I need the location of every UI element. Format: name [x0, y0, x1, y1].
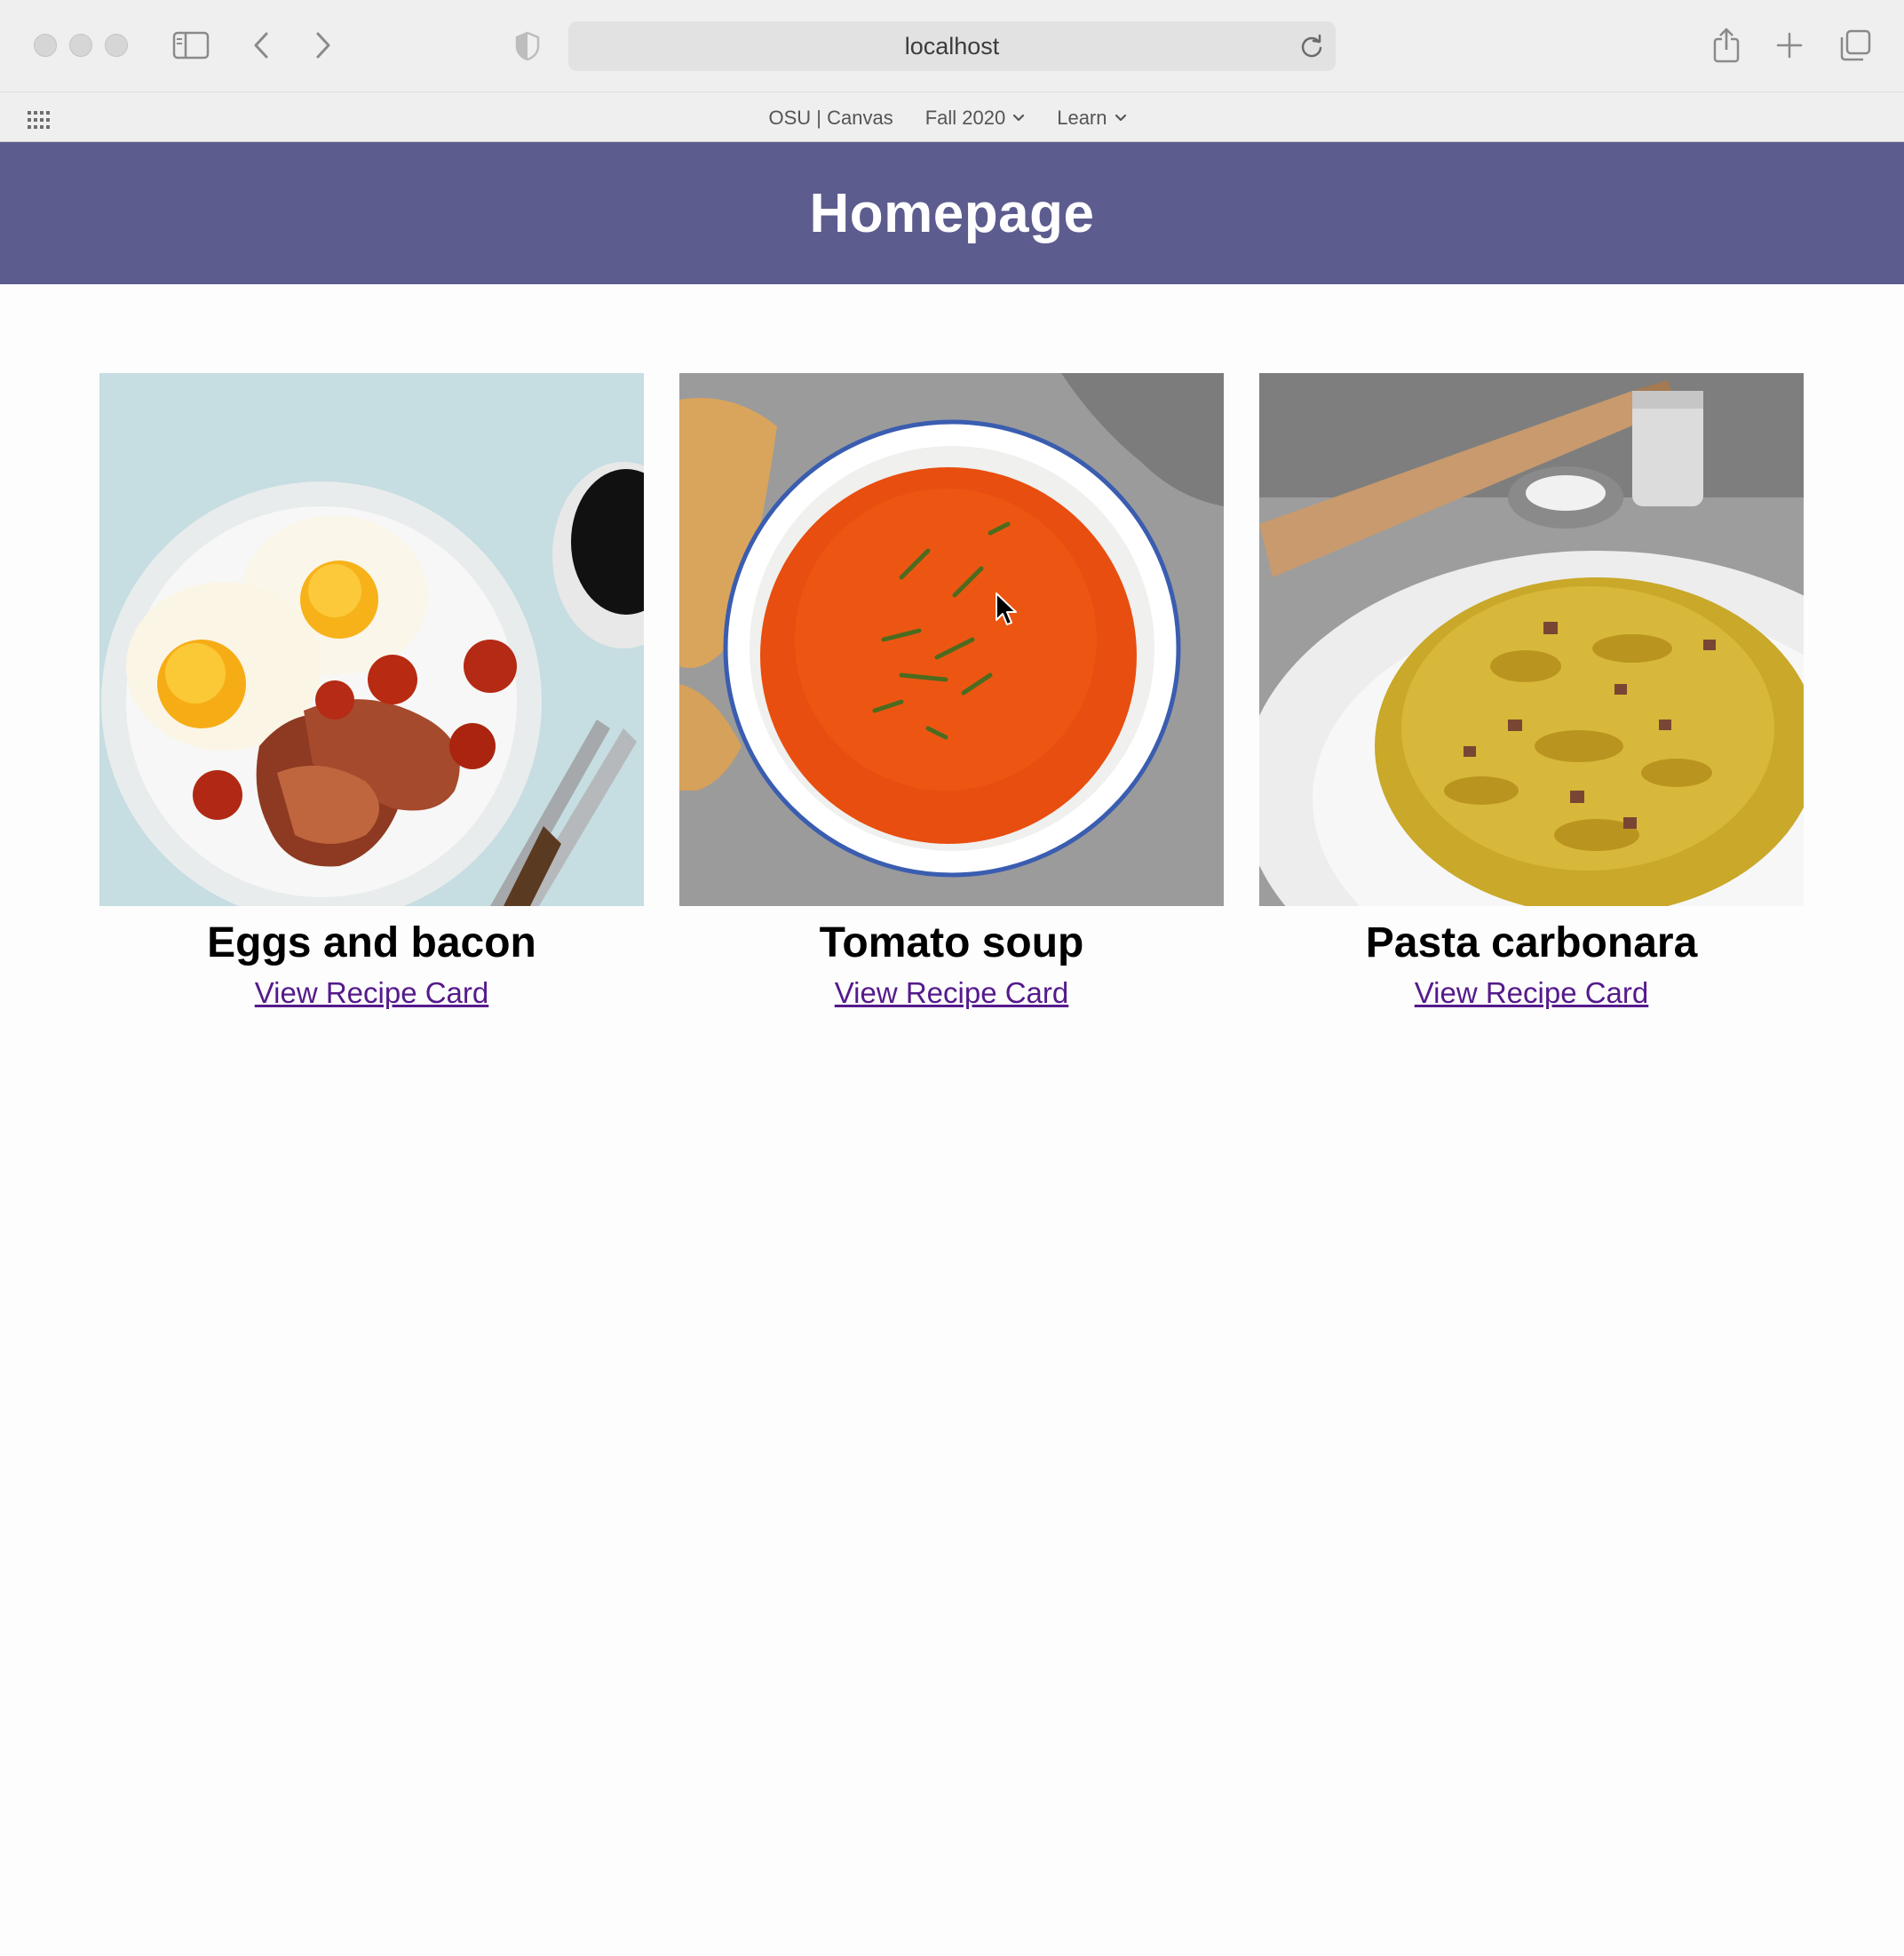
recipe-card: Eggs and bacon View Recipe Card	[99, 373, 644, 1013]
close-window-button[interactable]	[34, 34, 57, 57]
recipe-card: Tomato soup View Recipe Card	[679, 373, 1224, 1013]
recipe-card: Pasta carbonara View Recipe Card	[1259, 373, 1804, 1013]
mouse-cursor-icon	[995, 592, 1019, 627]
favorite-label: OSU | Canvas	[768, 107, 893, 129]
favorites-bar: OSU | Canvas Fall 2020 Learn	[0, 94, 1904, 142]
minimize-window-button[interactable]	[69, 34, 92, 57]
recipe-title: Pasta carbonara	[1365, 919, 1698, 966]
recipe-title: Tomato soup	[819, 919, 1084, 966]
favorite-osu-canvas[interactable]: OSU | Canvas	[768, 107, 892, 130]
sidebar-toggle-icon[interactable]	[172, 30, 210, 60]
chevron-down-icon	[1013, 114, 1025, 122]
new-tab-icon[interactable]	[1776, 32, 1803, 59]
reload-icon[interactable]	[1298, 33, 1325, 60]
page-header: Homepage	[0, 142, 1904, 284]
tab-overview-icon[interactable]	[1838, 28, 1872, 62]
tomato-soup-image[interactable]	[679, 373, 1224, 906]
browser-chrome: localhost OSU | Canvas Fall 2020 Learn	[0, 0, 1904, 142]
back-icon[interactable]	[250, 28, 272, 62]
address-bar[interactable]: localhost	[568, 21, 1336, 71]
favorite-fall-2020[interactable]: Fall 2020	[925, 107, 1026, 130]
favorite-label: Learn	[1057, 107, 1107, 129]
privacy-shield-icon[interactable]	[513, 30, 542, 62]
pasta-carbonara-image[interactable]	[1259, 373, 1804, 906]
forward-icon[interactable]	[313, 28, 334, 62]
favorite-label: Fall 2020	[924, 107, 1006, 129]
view-recipe-card-link[interactable]: View Recipe Card	[835, 974, 1069, 1013]
view-recipe-card-link[interactable]: View Recipe Card	[1415, 974, 1649, 1013]
recipe-title: Eggs and bacon	[207, 919, 536, 966]
chevron-down-icon	[1115, 114, 1126, 122]
url-text: localhost	[904, 33, 1000, 60]
share-icon[interactable]	[1712, 27, 1741, 64]
recipe-grid: Eggs and bacon View Recipe Card Tomato s…	[99, 373, 1805, 1013]
view-recipe-card-link[interactable]: View Recipe Card	[255, 974, 489, 1013]
zoom-window-button[interactable]	[105, 34, 128, 57]
eggs-and-bacon-image[interactable]	[99, 373, 644, 906]
page-title: Homepage	[809, 182, 1095, 244]
favorite-learn[interactable]: Learn	[1057, 107, 1126, 130]
browser-toolbar: localhost	[0, 0, 1904, 92]
